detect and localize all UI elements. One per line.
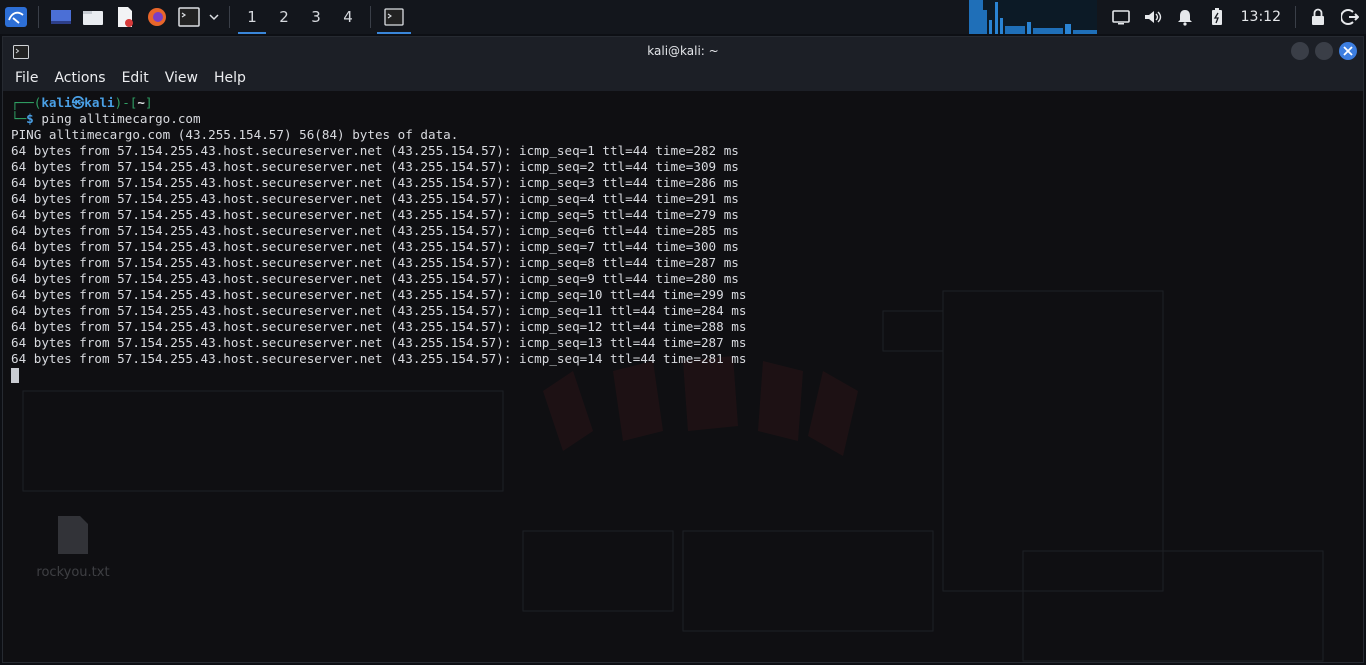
lock-icon[interactable] (1302, 0, 1334, 34)
desktop-file-item[interactable]: rockyou.txt (33, 515, 113, 580)
ping-reply-line: 64 bytes from 57.154.255.43.host.secures… (11, 159, 739, 174)
window-title: kali@kali: ~ (647, 44, 719, 58)
ping-reply-line: 64 bytes from 57.154.255.43.host.secures… (11, 223, 739, 238)
menu-view[interactable]: View (159, 70, 204, 86)
ping-reply-line: 64 bytes from 57.154.255.43.host.secures… (11, 287, 747, 302)
window-controls (1291, 42, 1357, 60)
notifications-bell-icon[interactable] (1169, 0, 1201, 34)
workspace-3[interactable]: 3 (300, 0, 332, 34)
cursor-line (11, 367, 746, 383)
ping-reply-line: 64 bytes from 57.154.255.43.host.secures… (11, 143, 739, 158)
ping-reply-line: 64 bytes from 57.154.255.43.host.secures… (11, 175, 739, 190)
workspace-label: 1 (247, 8, 257, 26)
ping-reply-line: 64 bytes from 57.154.255.43.host.secures… (11, 351, 747, 366)
ping-reply-line: 64 bytes from 57.154.255.43.host.secures… (11, 335, 747, 350)
firefox-icon[interactable] (141, 0, 173, 34)
workspace-2[interactable]: 2 (268, 0, 300, 34)
maximize-button[interactable] (1315, 42, 1333, 60)
scrollbar[interactable] (1355, 91, 1361, 662)
output-lines: PING alltimecargo.com (43.255.154.57) 56… (11, 127, 746, 367)
menubar: File Actions Edit View Help (3, 65, 1363, 91)
ping-reply-line: 64 bytes from 57.154.255.43.host.secures… (11, 239, 739, 254)
cpu-graph[interactable] (968, 0, 1097, 34)
minimize-button[interactable] (1291, 42, 1309, 60)
system-tray: 13:12 (968, 0, 1366, 34)
text-editor-icon[interactable] (109, 0, 141, 34)
chevron-down-icon[interactable] (205, 0, 223, 34)
ping-reply-line: 64 bytes from 57.154.255.43.host.secures… (11, 303, 747, 318)
menu-file[interactable]: File (9, 70, 44, 86)
ping-reply-line: 64 bytes from 57.154.255.43.host.secures… (11, 319, 747, 334)
terminal-output-area[interactable]: ┌──(kali㉿kali)-[~] └─$ ping alltimecargo.… (3, 91, 1363, 662)
menu-help[interactable]: Help (208, 70, 252, 86)
close-button[interactable] (1339, 42, 1357, 60)
prompt-dir: ~ (137, 95, 145, 110)
separator (1295, 6, 1296, 28)
command-text: ping alltimecargo.com (41, 111, 201, 126)
task-terminal-button[interactable] (377, 0, 411, 34)
logout-icon[interactable] (1334, 0, 1366, 34)
terminal-cursor (11, 368, 19, 383)
workspace-label: 2 (279, 8, 289, 26)
desktop-file-label: rockyou.txt (36, 565, 110, 580)
ping-reply-line: 64 bytes from 57.154.255.43.host.secures… (11, 207, 739, 222)
workspace-label: 3 (311, 8, 321, 26)
prompt-host: kali (84, 95, 115, 110)
workspace-4[interactable]: 4 (332, 0, 364, 34)
separator (229, 6, 230, 28)
ping-reply-line: 64 bytes from 57.154.255.43.host.secures… (11, 191, 739, 206)
clock[interactable]: 13:12 (1233, 9, 1289, 25)
prompt-user: kali (41, 95, 72, 110)
workspace-label: 4 (343, 8, 353, 26)
ping-reply-line: 64 bytes from 57.154.255.43.host.secures… (11, 271, 739, 286)
volume-icon[interactable] (1137, 0, 1169, 34)
menu-actions[interactable]: Actions (48, 70, 111, 86)
titlebar[interactable]: kali@kali: ~ (3, 37, 1363, 65)
text-file-icon (58, 516, 88, 554)
terminal-launcher-icon[interactable] (173, 0, 205, 34)
ping-header-line: PING alltimecargo.com (43.255.154.57) 56… (11, 127, 459, 142)
prompt-at-symbol: ㉿ (71, 95, 85, 110)
battery-icon[interactable] (1201, 0, 1233, 34)
ping-reply-line: 64 bytes from 57.154.255.43.host.secures… (11, 255, 739, 270)
file-manager-icon[interactable] (77, 0, 109, 34)
close-icon (1343, 46, 1353, 56)
workspace-1[interactable]: 1 (236, 0, 268, 34)
kali-menu-icon[interactable] (0, 0, 32, 34)
prompt-line-1: ┌──(kali㉿kali)-[~] (11, 95, 153, 110)
separator (370, 6, 371, 28)
prompt-line-2: └─$ ping alltimecargo.com (11, 111, 201, 126)
terminal-text: ┌──(kali㉿kali)-[~] └─$ ping alltimecargo.… (11, 95, 746, 383)
taskbar: 1 2 3 4 13:12 (0, 0, 1366, 34)
menu-edit[interactable]: Edit (116, 70, 155, 86)
terminal-window: kali@kali: ~ File Actions Edit View Help (2, 36, 1364, 663)
separator (38, 6, 39, 28)
terminal-window-icon[interactable] (13, 44, 29, 63)
show-desktop-icon[interactable] (45, 0, 77, 34)
display-icon[interactable] (1105, 0, 1137, 34)
